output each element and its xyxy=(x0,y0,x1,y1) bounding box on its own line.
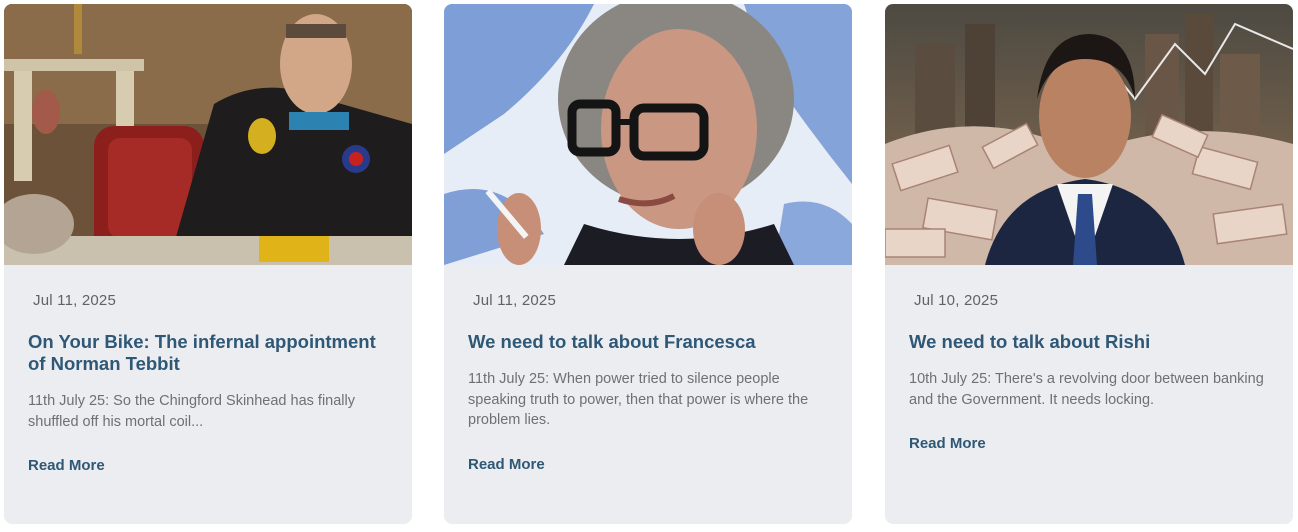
post-title[interactable]: We need to talk about Rishi xyxy=(909,331,1269,353)
puppet-image xyxy=(4,4,412,265)
blog-post-grid: Jul 11, 2025 On Your Bike: The infernal … xyxy=(0,0,1298,532)
post-thumbnail-rishi[interactable] xyxy=(885,4,1293,265)
post-date: Jul 11, 2025 xyxy=(33,292,117,309)
read-more-link[interactable]: Read More xyxy=(28,457,105,474)
post-title[interactable]: On Your Bike: The infernal appointment o… xyxy=(28,331,388,375)
banknotes-image xyxy=(885,4,1293,265)
read-more-link[interactable]: Read More xyxy=(468,456,545,473)
blog-post-card: Jul 11, 2025 On Your Bike: The infernal … xyxy=(4,4,412,524)
portrait-image xyxy=(444,4,852,265)
read-more-link[interactable]: Read More xyxy=(909,435,986,452)
blog-post-card: Jul 10, 2025 We need to talk about Rishi… xyxy=(885,4,1293,524)
post-title[interactable]: We need to talk about Francesca xyxy=(468,331,828,353)
post-date: Jul 10, 2025 xyxy=(914,292,999,309)
post-thumbnail-puppet[interactable] xyxy=(4,4,412,265)
post-excerpt: 11th July 25: So the Chingford Skinhead … xyxy=(28,393,355,430)
post-date: Jul 11, 2025 xyxy=(473,292,557,309)
blog-post-card: Jul 11, 2025 We need to talk about Franc… xyxy=(444,4,852,524)
post-excerpt: 10th July 25: There's a revolving door b… xyxy=(909,371,1264,408)
post-excerpt: 11th July 25: When power tried to silenc… xyxy=(468,371,809,428)
post-thumbnail-francesca[interactable] xyxy=(444,4,852,265)
